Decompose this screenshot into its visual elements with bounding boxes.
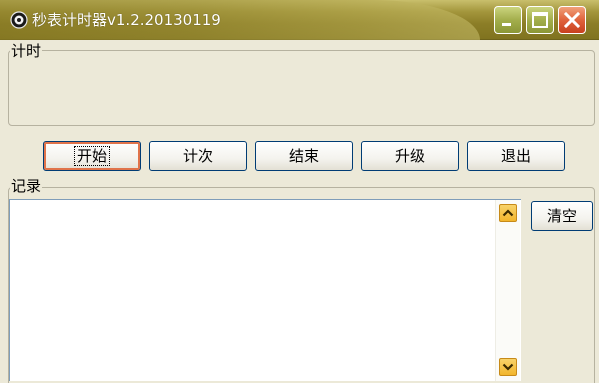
stopwatch-window: 秒表计时器v1.2.20130119 计时 开始 计次 结束 升级 退出 记录 (0, 0, 599, 383)
scroll-down-icon (502, 363, 514, 371)
exit-button[interactable]: 退出 (467, 141, 565, 171)
maximize-button[interactable] (526, 6, 554, 34)
scroll-up-button[interactable] (499, 204, 517, 222)
record-group-label: 记录 (10, 177, 43, 195)
clear-button[interactable]: 清空 (531, 201, 593, 231)
scroll-up-icon (502, 209, 514, 217)
maximize-icon (532, 12, 548, 28)
close-icon (563, 11, 581, 29)
record-list[interactable] (9, 199, 521, 381)
stop-button[interactable]: 结束 (255, 141, 353, 171)
timer-group-label: 计时 (10, 42, 43, 60)
title-bar[interactable]: 秒表计时器v1.2.20130119 (0, 0, 599, 40)
lap-button[interactable]: 计次 (149, 141, 247, 171)
upgrade-button[interactable]: 升级 (361, 141, 459, 171)
start-button-label: 开始 (73, 146, 110, 166)
start-button[interactable]: 开始 (43, 141, 141, 171)
window-title: 秒表计时器v1.2.20130119 (32, 11, 221, 29)
minimize-icon (502, 23, 511, 26)
stopwatch-icon (10, 11, 28, 29)
timer-group (8, 50, 595, 126)
minimize-button[interactable] (494, 6, 522, 34)
scroll-down-button[interactable] (499, 358, 517, 376)
record-list-scrollbar[interactable] (495, 200, 520, 381)
close-button[interactable] (558, 6, 586, 34)
